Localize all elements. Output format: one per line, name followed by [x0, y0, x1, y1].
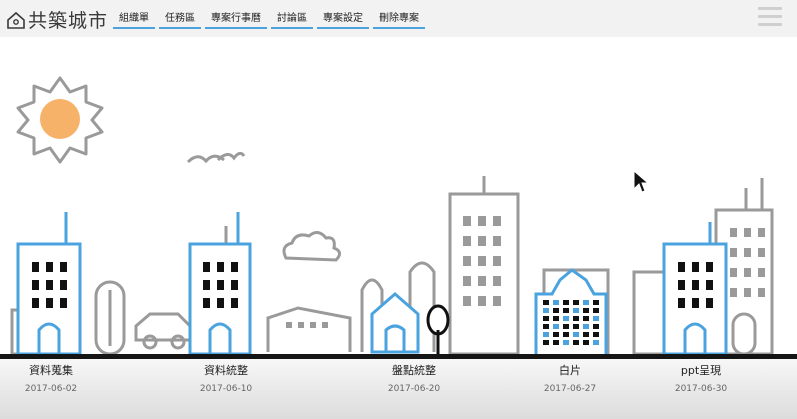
building-window	[543, 324, 549, 329]
main-nav: 組織單 任務區 專案行事曆 討論區 專案設定 刪除專案	[113, 9, 429, 29]
milestone-building-2	[188, 212, 252, 356]
milestone-building-4	[534, 268, 608, 358]
building-window	[553, 308, 559, 313]
building-window	[583, 324, 589, 329]
top-navigation-bar: 共築城市 組織單 任務區 專案行事曆 討論區 專案設定 刪除專案	[0, 0, 797, 37]
building-window	[553, 340, 559, 345]
car-icon	[134, 312, 192, 350]
milestone-date: 2017-06-27	[543, 384, 597, 394]
nav-item-tasks[interactable]: 任務區	[159, 9, 201, 29]
milestone-building-1	[16, 212, 82, 356]
nav-item-org[interactable]: 組織單	[113, 9, 155, 29]
nav-item-calendar[interactable]: 專案行事曆	[205, 9, 267, 29]
building-window	[563, 316, 569, 321]
building-window	[563, 324, 569, 329]
building-window	[593, 300, 599, 305]
building-window	[543, 332, 549, 337]
city-illustration	[0, 37, 797, 358]
building-window	[573, 300, 579, 305]
building-window	[573, 308, 579, 313]
building-window	[563, 340, 569, 345]
app-logo[interactable]: 共築城市	[6, 6, 108, 33]
building-window	[583, 308, 589, 313]
city-skyline-drawing	[10, 76, 774, 358]
building-window	[543, 340, 549, 345]
building-window	[583, 316, 589, 321]
milestone-title: 白片	[559, 364, 581, 377]
building-window	[593, 316, 599, 321]
building-window	[583, 332, 589, 337]
mouse-pointer-icon	[633, 170, 649, 193]
nav-item-settings[interactable]: 專案設定	[317, 9, 369, 29]
building-window	[593, 324, 599, 329]
building-window	[563, 300, 569, 305]
building-window	[573, 324, 579, 329]
milestone-date: 2017-06-10	[199, 384, 253, 394]
milestone-5[interactable]: ppt呈現 2017-06-30	[646, 362, 756, 394]
nav-item-delete[interactable]: 刪除專案	[373, 9, 425, 29]
building-window	[553, 324, 559, 329]
building-window	[543, 308, 549, 313]
milestone-3[interactable]: 盤點統整 2017-06-20	[359, 362, 469, 394]
building-window	[593, 332, 599, 337]
sun-icon	[16, 76, 104, 164]
milestone-title: 資料蒐集	[29, 364, 73, 377]
milestone-1[interactable]: 資料蒐集 2017-06-02	[0, 362, 106, 394]
milestone-date: 2017-06-02	[24, 384, 78, 394]
milestone-date: 2017-06-30	[674, 384, 728, 394]
building-window	[553, 332, 559, 337]
building-window	[543, 300, 549, 305]
building-window	[573, 316, 579, 321]
building-window	[543, 316, 549, 321]
building-window	[583, 300, 589, 305]
cloud-icon	[282, 231, 341, 262]
milestone-title: 盤點統整	[392, 364, 436, 377]
app-logo-text: 共築城市	[28, 10, 109, 32]
building-window	[563, 308, 569, 313]
hamburger-menu-icon[interactable]	[758, 7, 782, 29]
building-window	[553, 300, 559, 305]
building-window	[593, 308, 599, 313]
building-window	[593, 340, 599, 345]
building-window	[563, 332, 569, 337]
milestone-title: 資料統整	[204, 364, 248, 377]
milestone-title: ppt呈現	[680, 364, 722, 377]
house-icon	[7, 11, 25, 29]
building-window	[553, 316, 559, 321]
milestone-date: 2017-06-20	[387, 384, 441, 394]
building-window	[573, 340, 579, 345]
building-window	[573, 332, 579, 337]
building-window	[583, 340, 589, 345]
milestone-2[interactable]: 資料統整 2017-06-10	[171, 362, 281, 394]
nav-item-discussion[interactable]: 討論區	[271, 9, 313, 29]
milestone-4[interactable]: 白片 2017-06-27	[515, 362, 625, 394]
